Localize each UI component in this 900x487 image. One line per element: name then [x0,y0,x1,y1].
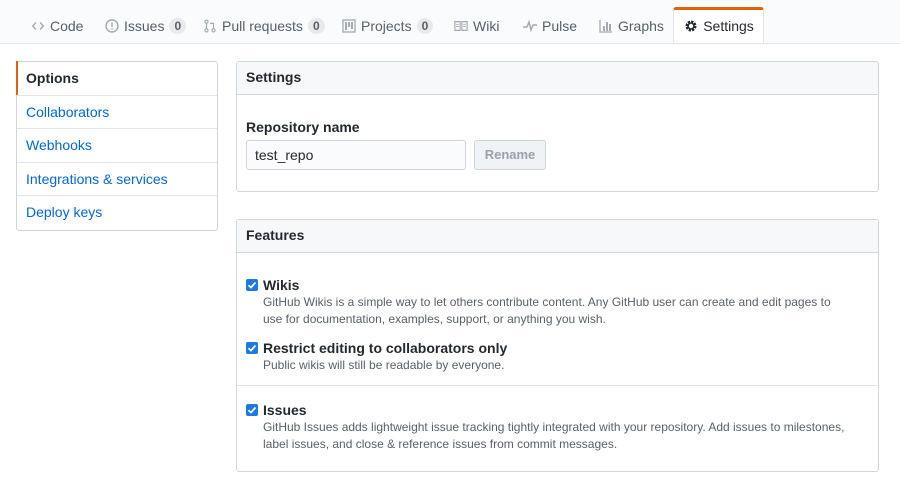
tab-label: Graphs [618,17,664,34]
tab-label: Pulse [542,17,578,34]
menu-item-webhooks[interactable]: Webhooks [17,129,217,163]
features-box: Features Wikis GitHub Wikis is a simple … [236,219,879,472]
restrict-editing-description: Public wikis will still be readable by e… [263,358,505,372]
menu-item-deploy-keys[interactable]: Deploy keys [17,196,217,230]
wikis-checkbox[interactable] [246,279,258,291]
tab-wiki[interactable]: Wiki [453,8,499,43]
tab-issues[interactable]: Issues 0 [104,8,187,43]
pulse-icon [522,18,538,34]
tab-label: Projects [361,17,412,34]
project-icon [341,18,357,34]
issues-checkbox[interactable] [246,404,258,416]
gear-icon [683,18,699,34]
rename-button[interactable]: Rename [474,140,546,170]
tab-settings[interactable]: Settings [673,7,764,43]
tab-label: Code [50,17,84,34]
repository-name-label: Repository name [246,119,360,135]
settings-box: Settings Repository name test_repo Renam… [236,61,879,192]
feature-issues: Issues GitHub Issues adds lightweight is… [246,402,868,452]
tab-pull-requests[interactable]: Pull requests 0 [202,8,325,43]
menu-item-integrations-services[interactable]: Integrations & services [17,163,217,197]
menu-item-collaborators[interactable]: Collaborators [17,96,217,130]
repository-name-input[interactable]: test_repo [246,140,466,170]
repo-nav-tabs: Code Issues 0 Pull requests 0 Projects 0… [0,0,900,44]
restrict-editing-checkbox[interactable] [246,342,258,354]
tab-label: Pull requests [222,17,303,34]
tab-code[interactable]: Code [30,8,83,43]
tab-pulse[interactable]: Pulse [522,8,577,43]
issues-title: Issues [263,402,307,418]
wikis-description: GitHub Wikis is a simple way to let othe… [263,295,831,326]
menu-item-options[interactable]: Options [16,61,217,96]
tab-label: Wiki [473,17,500,34]
restrict-editing-title: Restrict editing to collaborators only [263,340,508,356]
code-icon [30,18,46,34]
pull-requests-counter: 0 [307,17,325,34]
features-header: Features [237,220,878,253]
tab-graphs[interactable]: Graphs [598,8,664,43]
graph-icon [598,18,614,34]
features-divider [237,385,878,386]
projects-counter: 0 [416,17,434,34]
wikis-title: Wikis [263,277,300,293]
settings-side-menu: Options Collaborators Webhooks Integrati… [16,61,218,231]
issue-opened-icon [104,18,120,34]
book-icon [453,18,469,34]
feature-wikis: Wikis GitHub Wikis is a simple way to le… [246,277,868,327]
tab-projects[interactable]: Projects 0 [341,8,434,43]
issues-description: GitHub Issues adds lightweight issue tra… [263,420,845,451]
tab-label: Settings [703,18,754,34]
settings-header: Settings [237,62,878,95]
git-pull-request-icon [202,18,218,34]
tab-label: Issues [124,17,165,34]
issues-counter: 0 [169,17,187,34]
feature-restrict-editing: Restrict editing to collaborators only P… [246,340,868,376]
